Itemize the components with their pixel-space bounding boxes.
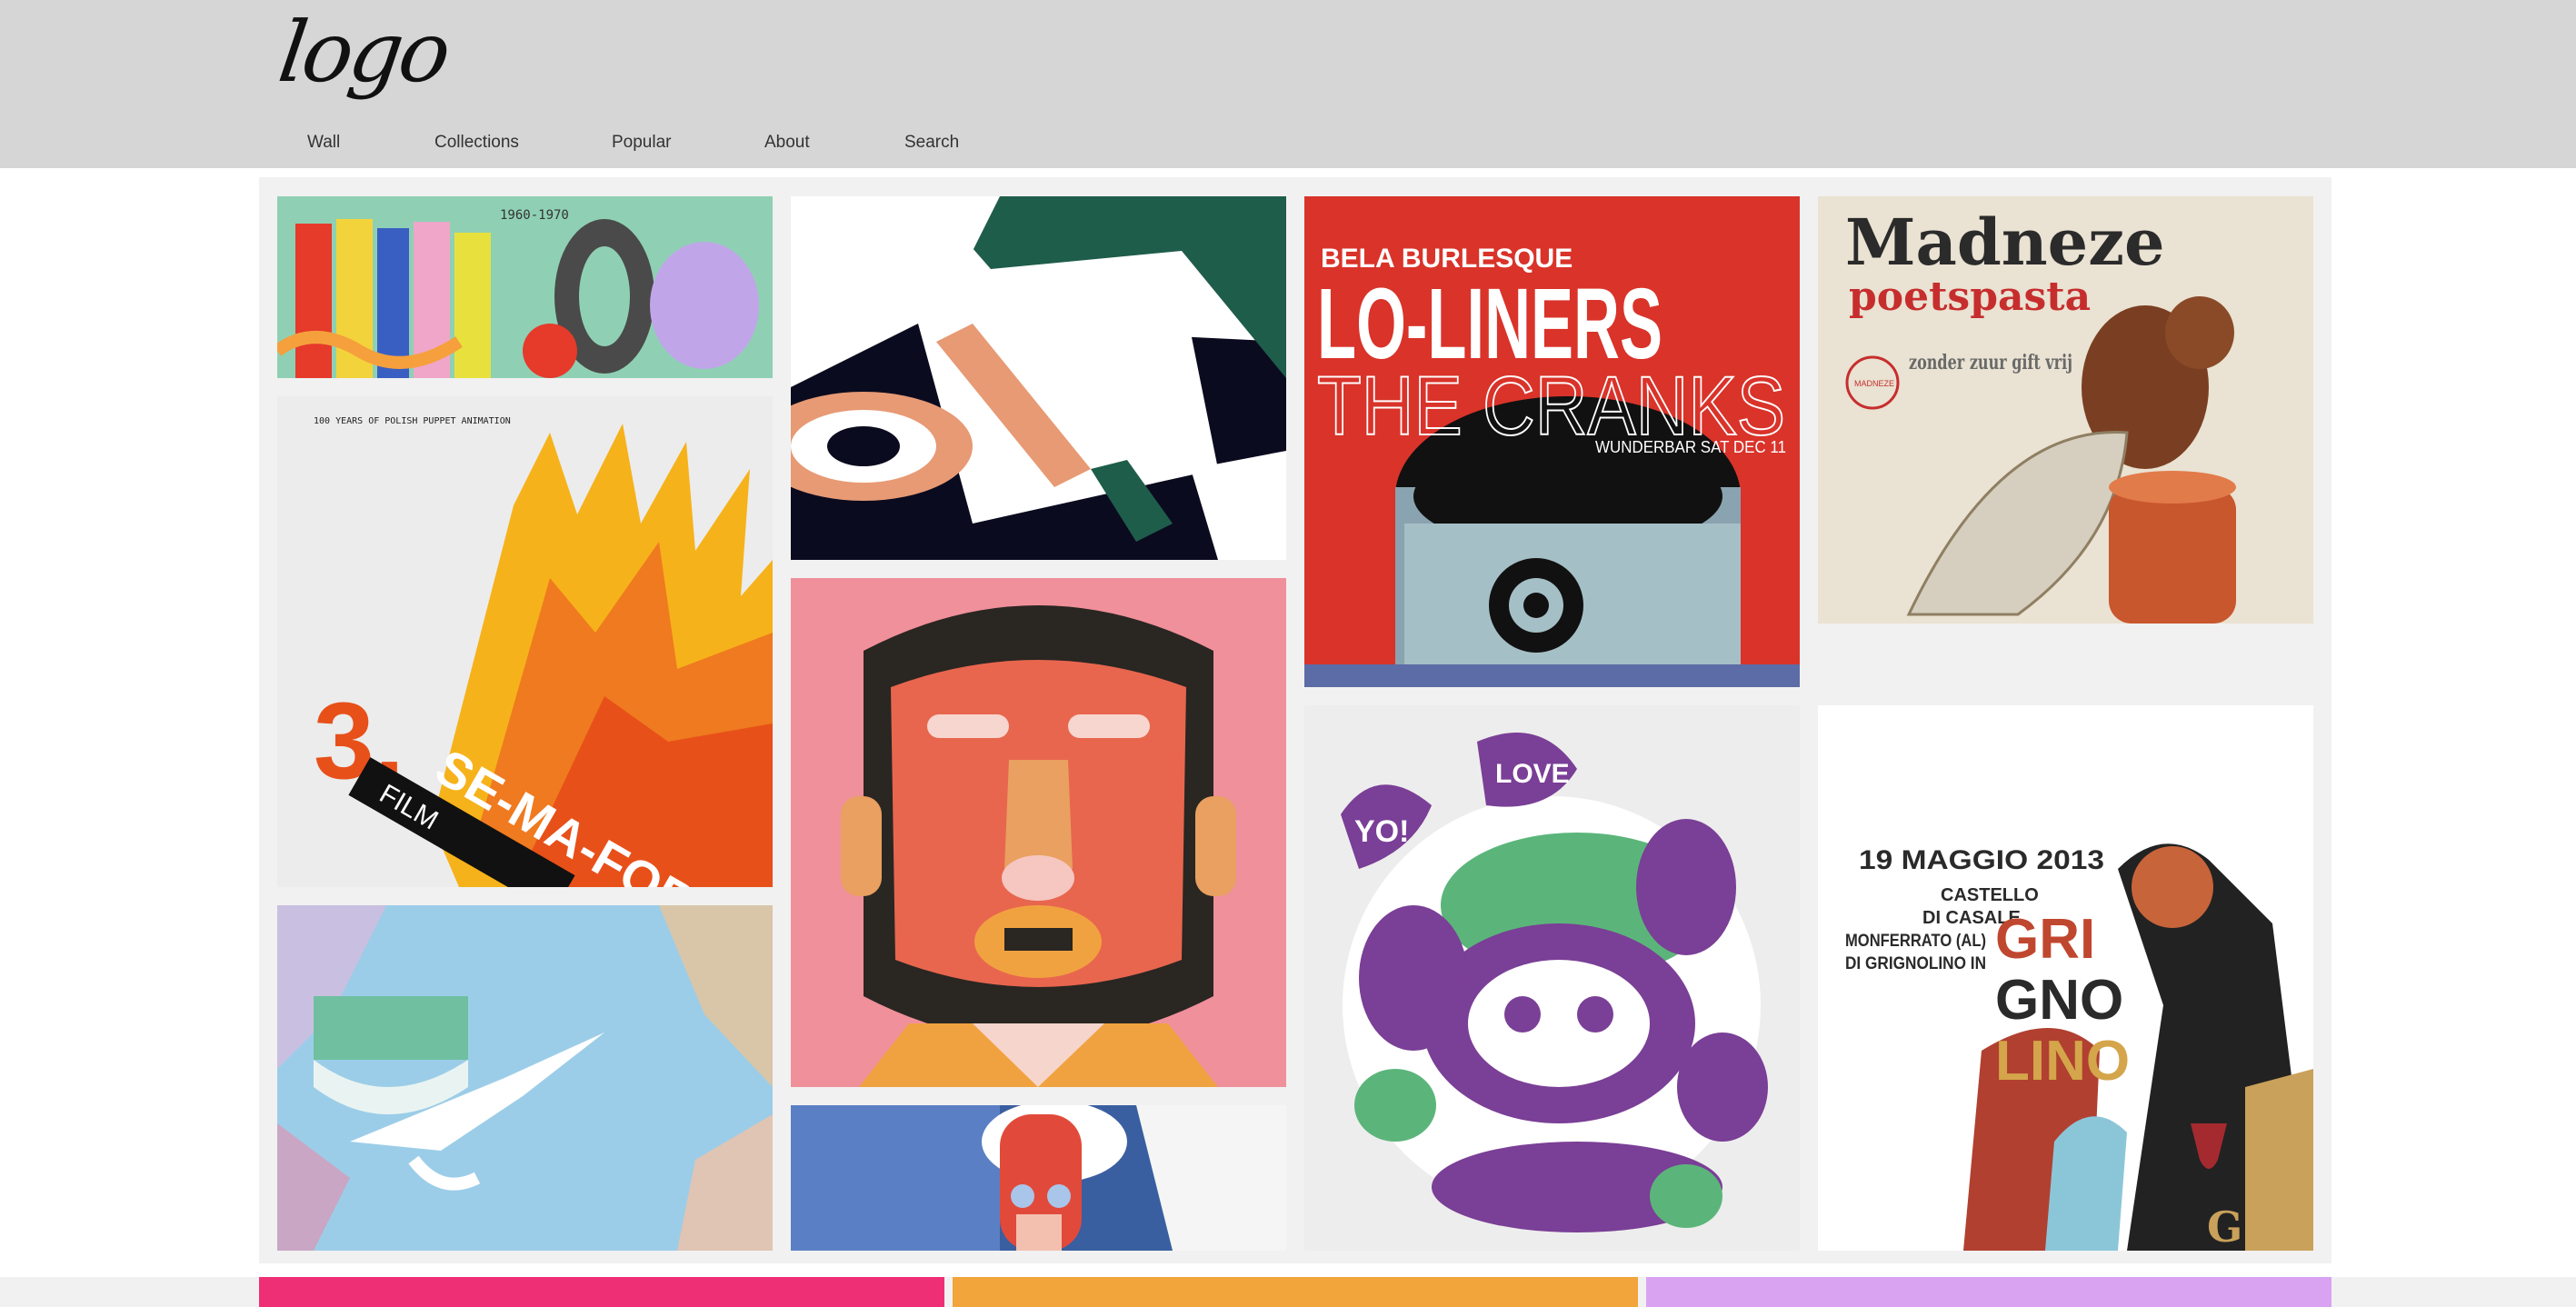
poster-alphabet[interactable]: 1960-1970 (277, 196, 773, 378)
poster-pop-head[interactable] (791, 1105, 1286, 1251)
poster-lo-liners-art: BELA BURLESQUE LO-LINERS THE CRANKS WUND… (1304, 196, 1800, 687)
poster-airplane-art (791, 196, 1286, 560)
grignolino-place3: MONFERRATO (AL) (1845, 932, 1986, 951)
site-logo[interactable]: logo (273, 4, 453, 101)
poster-lo-liners[interactable]: BELA BURLESQUE LO-LINERS THE CRANKS WUND… (1304, 196, 1800, 687)
nav-search[interactable]: Search (904, 133, 959, 153)
strip-bar-orange[interactable] (953, 1277, 1638, 1307)
poster-pop-head-art (791, 1105, 1286, 1251)
nav-wall[interactable]: Wall (307, 133, 340, 153)
strip-bar-pink[interactable] (259, 1277, 944, 1307)
poster-grignolino-art: 19 MAGGIO 2013 CASTELLO DI CASALE MONFER… (1818, 705, 2313, 1251)
madneze-seal: MADNEZE (1854, 379, 1894, 388)
polish-tagline: 100 YEARS OF POLISH PUPPET ANIMATION (314, 416, 511, 426)
graffiti-bubble2: LOVE (1495, 759, 1570, 789)
alphabet-caption: 1960-1970 (500, 208, 569, 223)
grignolino-place1: CASTELLO (1941, 885, 2039, 905)
poster-madneze-art: Madneze poetspasta zonder zuur gift vrij… (1818, 196, 2313, 624)
poster-face-portrait[interactable] (791, 578, 1286, 1087)
poster-pelican-river[interactable] (277, 905, 773, 1251)
grignolino-date: 19 MAGGIO 2013 (1859, 845, 2104, 875)
site-header: logo Wall Collections Popular About Sear… (0, 0, 2576, 168)
nav-about[interactable]: About (764, 133, 810, 153)
grignolino-word2: GNO (1995, 969, 2123, 1032)
poster-graffiti-character[interactable]: YO! LOVE (1304, 705, 1800, 1251)
graffiti-bubble1: YO! (1354, 814, 1409, 849)
nav-collections[interactable]: Collections (434, 133, 519, 153)
poster-face-portrait-art (791, 578, 1286, 1087)
poster-graffiti-character-art: YO! LOVE (1304, 705, 1800, 1251)
grignolino-word1: GRI (1995, 908, 2095, 971)
nav-popular[interactable]: Popular (612, 133, 672, 153)
grignolino-place4: DI GRIGNOLINO IN (1845, 954, 1986, 973)
poster-alphabet-art: 1960-1970 (277, 196, 773, 378)
madneze-brand: Madneze (1845, 205, 2165, 280)
poster-airplane[interactable] (791, 196, 1286, 560)
madneze-product: poetspasta (1849, 274, 2091, 320)
madneze-claim: zonder zuur gift vrij (1909, 351, 2072, 374)
lo-liners-line4: WUNDERBAR SAT DEC 11 (1595, 438, 1786, 456)
poster-polish-animation-art: 100 YEARS OF POLISH PUPPET ANIMATION 3. … (277, 396, 773, 887)
poster-polish-animation[interactable]: 100 YEARS OF POLISH PUPPET ANIMATION 3. … (277, 396, 773, 887)
grignolino-word3: LINO (1995, 1030, 2130, 1092)
strip-bar-lilac[interactable] (1646, 1277, 2331, 1307)
poster-pelican-river-art (277, 905, 773, 1251)
grignolino-glass-letter: G (2207, 1202, 2242, 1251)
poster-madneze[interactable]: Madneze poetspasta zonder zuur gift vrij… (1818, 196, 2313, 624)
poster-grignolino[interactable]: 19 MAGGIO 2013 CASTELLO DI CASALE MONFER… (1818, 705, 2313, 1251)
